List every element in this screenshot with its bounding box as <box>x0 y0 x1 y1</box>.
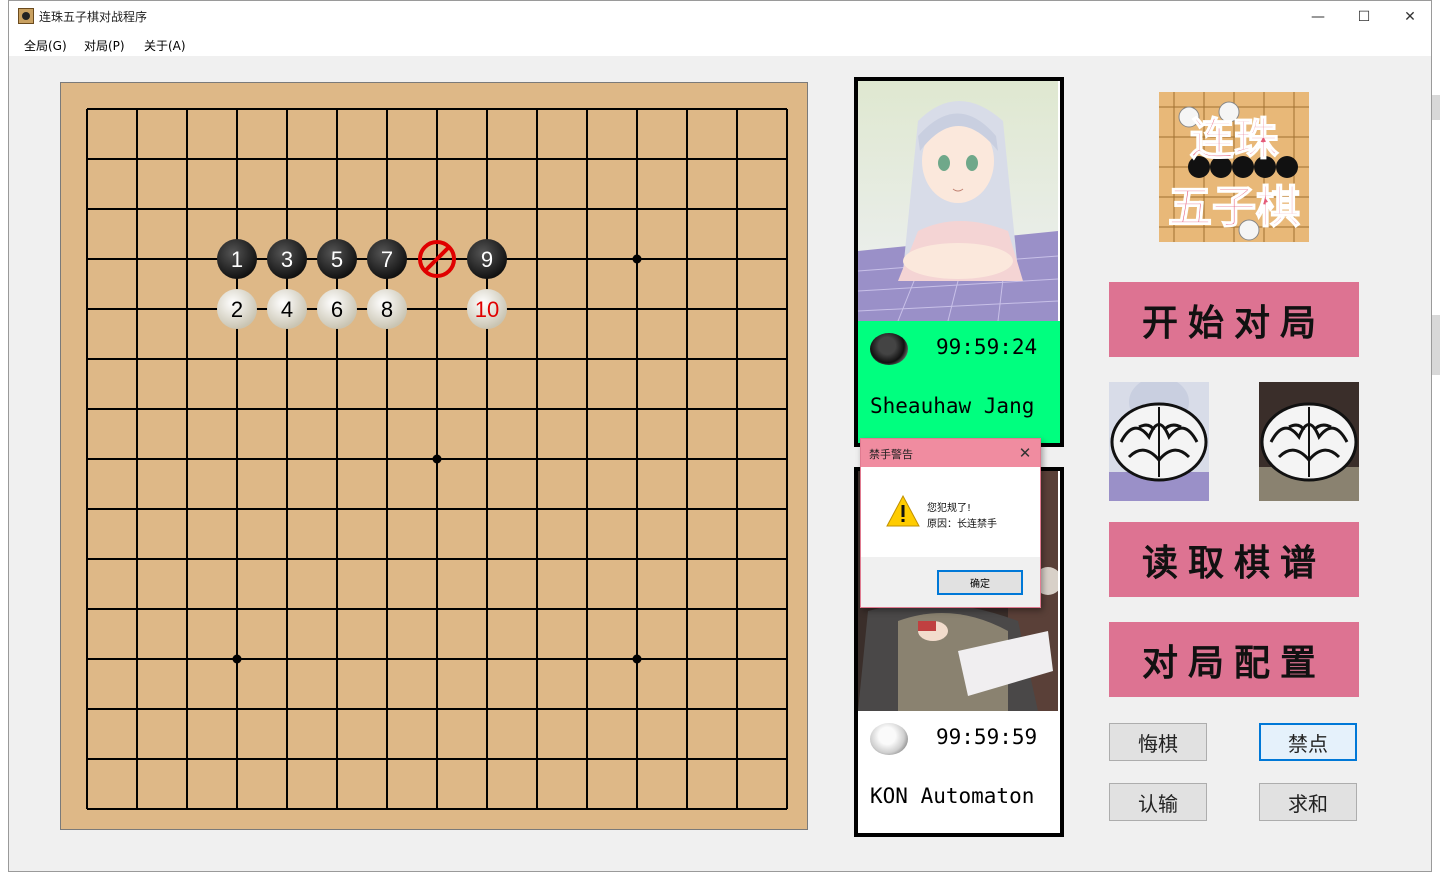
white-stone-bowl-icon <box>870 723 908 755</box>
warning-icon <box>886 495 920 527</box>
dialog-message-line1: 您犯规了! <box>927 503 972 514</box>
minimize-button[interactable]: — <box>1295 1 1341 32</box>
black-player-panel: 99:59:24 Sheauhaw Jang <box>854 77 1064 447</box>
white-player-info: 99:59:59 KON Automaton <box>858 711 1060 833</box>
window-title: 连珠五子棋对战程序 <box>39 10 148 24</box>
dialog-close-icon[interactable]: ✕ <box>1014 442 1036 464</box>
resign-button[interactable]: 认输 <box>1109 783 1207 821</box>
black-ai-toggle-brain-icon[interactable] <box>1109 382 1209 501</box>
white-stone-4: 4 <box>267 289 307 329</box>
stone-number-label: 1 <box>231 247 243 272</box>
black-stone-9: 9 <box>467 239 507 279</box>
stone-number-label: 4 <box>281 297 293 322</box>
black-player-info: 99:59:24 Sheauhaw Jang <box>858 321 1060 443</box>
offer-draw-button[interactable]: 求和 <box>1259 783 1357 821</box>
logo-line1: 连珠 <box>1190 114 1279 165</box>
background-window-edge-2 <box>1432 315 1440 375</box>
dialog-message-line2: 原因：长连禁手 <box>927 519 997 530</box>
black-stone-1: 1 <box>217 239 257 279</box>
background-window-edge <box>1432 95 1440 120</box>
menu-global[interactable]: 全局(G) <box>24 37 67 54</box>
black-stone-bowl-icon <box>870 333 908 365</box>
white-stone-10: 10 <box>467 289 507 329</box>
white-stone-2: 2 <box>217 289 257 329</box>
dialog-ok-button[interactable]: 确定 <box>937 570 1023 595</box>
stone-number-label: 3 <box>281 247 293 272</box>
star-point <box>632 654 642 664</box>
dialog-title: 禁手警告 <box>869 448 913 461</box>
stone-number-label: 6 <box>331 297 343 322</box>
gomoku-app-icon <box>18 8 34 24</box>
maximize-button[interactable]: ☐ <box>1341 1 1387 32</box>
menu-about[interactable]: 关于(A) <box>144 37 186 54</box>
menu-game[interactable]: 对局(P) <box>84 37 125 54</box>
title-bar: 连珠五子棋对战程序 — ☐ ✕ <box>9 1 1431 32</box>
stone-number-label: 9 <box>481 247 493 272</box>
star-point <box>232 654 242 664</box>
white-ai-toggle-brain-icon[interactable] <box>1259 382 1359 501</box>
game-config-button[interactable]: 对局配置 <box>1109 622 1359 697</box>
stone-number-label: 2 <box>231 297 243 322</box>
black-stone-5: 5 <box>317 239 357 279</box>
logo-line2: 五子棋 <box>1168 182 1300 233</box>
black-stone-3: 3 <box>267 239 307 279</box>
white-stone-8: 8 <box>367 289 407 329</box>
white-player-timer: 99:59:59 <box>936 725 1038 749</box>
star-point <box>432 454 442 464</box>
menu-bar: 全局(G) 对局(P) 关于(A) <box>9 32 1431 56</box>
start-game-button[interactable]: 开始对局 <box>1109 282 1359 357</box>
star-point <box>632 254 642 264</box>
forbidden-move-dialog: 禁手警告 ✕ 您犯规了! 原因：长连禁手 确定 <box>860 438 1041 608</box>
stone-number-label: 8 <box>381 297 393 322</box>
forbidden-points-button[interactable]: 禁点 <box>1259 723 1357 761</box>
load-record-button[interactable]: 读取棋谱 <box>1109 522 1359 597</box>
stone-number-label: 10 <box>475 297 499 322</box>
board-grid[interactable]: 1 2 3 4 5 6 7 8 9 10 <box>61 83 807 829</box>
stone-number-label: 7 <box>381 247 393 272</box>
black-player-name: Sheauhaw Jang <box>870 394 1035 418</box>
close-button[interactable]: ✕ <box>1387 1 1431 32</box>
game-board[interactable]: 1 2 3 4 5 6 7 8 9 10 <box>60 82 808 830</box>
white-stone-6: 6 <box>317 289 357 329</box>
stone-number-label: 5 <box>331 247 343 272</box>
black-player-avatar <box>858 81 1060 321</box>
black-player-timer: 99:59:24 <box>936 335 1038 359</box>
dialog-title-bar: 禁手警告 ✕ <box>861 439 1040 467</box>
app-window: 连珠五子棋对战程序 — ☐ ✕ 全局(G) 对局(P) 关于(A) 1 2 3 4 5 6… <box>8 0 1432 872</box>
dialog-body: 您犯规了! 原因：长连禁手 <box>861 467 1040 557</box>
gomoku-logo: 连珠 五子棋 <box>1159 92 1309 242</box>
white-player-name: KON Automaton <box>870 784 1035 808</box>
undo-button[interactable]: 悔棋 <box>1109 723 1207 761</box>
black-stone-7: 7 <box>367 239 407 279</box>
